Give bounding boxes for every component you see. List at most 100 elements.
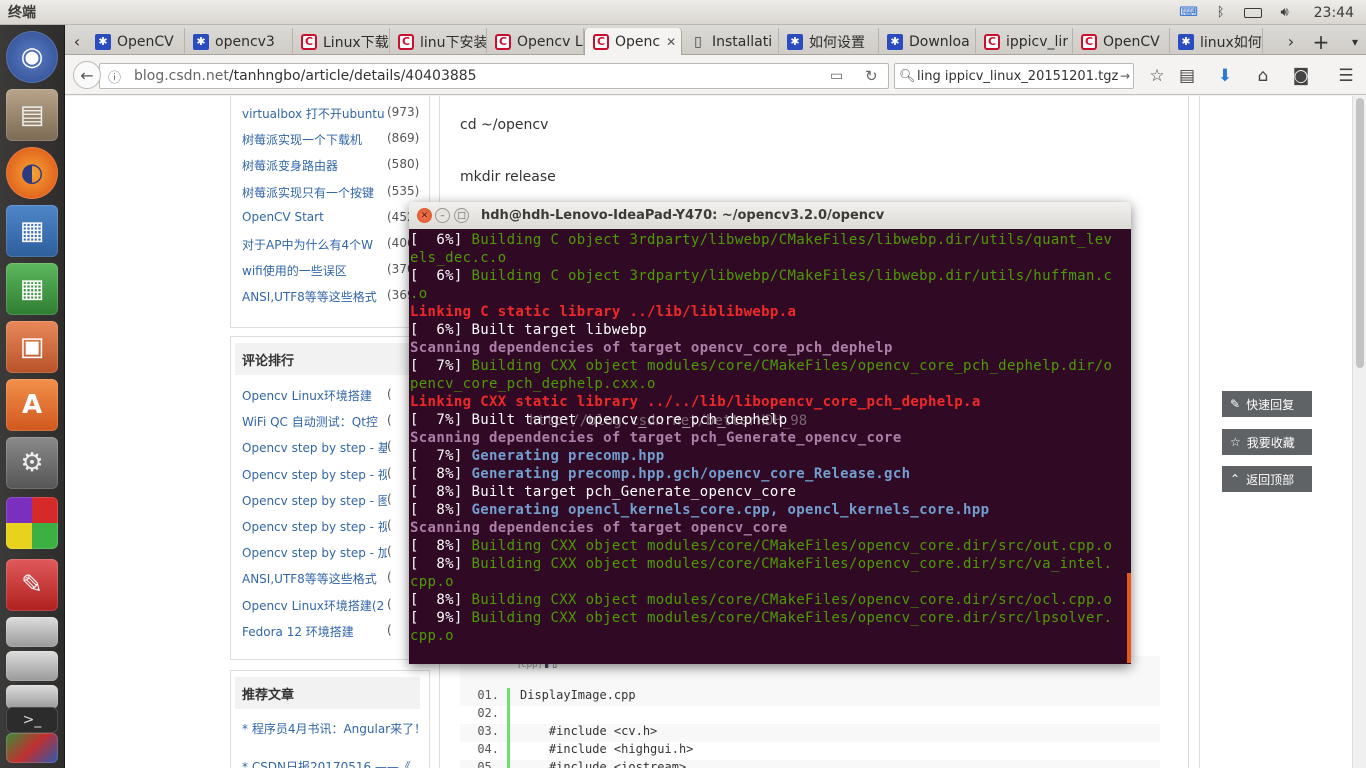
sidebar-article-link[interactable]: 树莓派实现只有一个按键 (535): [242, 184, 427, 201]
reload-icon[interactable]: ↻: [865, 67, 878, 85]
article-title: OpenCV Start: [242, 209, 324, 224]
favorite-button[interactable]: ☆ 我要收藏: [1222, 429, 1312, 455]
tab-10[interactable]: C OpenCV: [1073, 28, 1170, 55]
tab-label: Downloa: [909, 33, 970, 50]
ubuntu-dash-icon[interactable]: ◉: [6, 31, 58, 83]
tab-4[interactable]: C Opencv L: [487, 28, 584, 55]
pdf-viewer-icon[interactable]: ✎: [6, 559, 58, 611]
info-icon[interactable]: ⓘ: [108, 67, 121, 86]
tab-6[interactable]: ▯ Installati: [682, 28, 779, 55]
sidebar-article-link[interactable]: ANSI,UTF8等等这些格式 (369: [242, 288, 427, 305]
tab-2[interactable]: C Linux下载: [293, 28, 390, 55]
url-bar[interactable]: ⓘ blog.csdn.net/tanhngbo/article/details…: [99, 63, 889, 89]
keyboard-input-icon[interactable]: ⌨: [1179, 5, 1198, 21]
line-number: 05.: [460, 760, 510, 768]
chevron-up-icon: ⌃: [1230, 472, 1241, 486]
home-icon[interactable]: ⌂: [1252, 65, 1274, 87]
url-text[interactable]: blog.csdn.net/tanhngbo/article/details/4…: [134, 68, 477, 84]
sidebar-article-link[interactable]: 树莓派实现一个下载机 (869): [242, 131, 427, 148]
workspaces-icon[interactable]: [6, 497, 58, 549]
navigation-bar: ⓘ blog.csdn.net/tanhngbo/article/details…: [65, 55, 1366, 95]
drive-icon[interactable]: [6, 651, 58, 681]
impress-icon[interactable]: ▣: [6, 321, 58, 373]
downloads-icon[interactable]: ⬇: [1214, 65, 1236, 87]
article-count: (: [387, 570, 392, 585]
tab-5[interactable]: C Openc ✕: [584, 28, 682, 55]
terminal-window[interactable]: ✕ – □ hdh@hdh-Lenovo-IdeaPad-Y470: ~/ope…: [409, 202, 1131, 664]
terminal-icon[interactable]: >_: [6, 707, 58, 733]
recommend-item[interactable]: * CSDN日报20170516 ——《: [242, 758, 427, 768]
volume-icon[interactable]: 🔊︎: [1276, 5, 1294, 21]
tab-label: linux如何: [1200, 34, 1262, 51]
sidebar-article-link[interactable]: Opencv step by step - 加(: [242, 544, 427, 561]
terminal-line: [ 8%] Built target pch_Generate_opencv_c…: [410, 483, 796, 501]
tab-8[interactable]: ✱ Downloa: [879, 28, 976, 55]
tab-11[interactable]: ✱ linux如何: [1170, 28, 1263, 55]
pocket-icon[interactable]: ◙: [1290, 65, 1312, 87]
sidebar-article-link[interactable]: 树莓派变身路由器 (580): [242, 157, 427, 174]
tab-label: OpenCV: [1103, 33, 1160, 50]
back-button[interactable]: ←: [73, 61, 101, 89]
recommend-item[interactable]: * 程序员4月书讯：Angular来了！: [242, 722, 427, 754]
sidebar-article-link[interactable]: ANSI,UTF8等等这些格式 (: [242, 570, 427, 587]
sidebar-article-link[interactable]: wifi使用的一些误区 (370: [242, 262, 427, 279]
calc-icon[interactable]: ▦: [6, 263, 58, 315]
drive-icon[interactable]: [6, 617, 58, 647]
sidebar-article-link[interactable]: Fedora 12 环境搭建 (: [242, 623, 427, 640]
writer-icon[interactable]: ▦: [6, 205, 58, 257]
terminal-scroll-indicator[interactable]: [1127, 573, 1131, 663]
url-host: blog.csdn.net: [134, 68, 229, 84]
drive-icon[interactable]: [6, 685, 58, 709]
search-bar[interactable]: 🔍︎ ling ippicv_linux_20151201.tgz →: [894, 63, 1134, 89]
terminal-titlebar[interactable]: ✕ – □ hdh@hdh-Lenovo-IdeaPad-Y470: ~/ope…: [409, 202, 1131, 229]
tab-close-icon[interactable]: ✕: [666, 35, 676, 49]
sidebar-article-link[interactable]: 对于AP中为什么有4个W (406: [242, 236, 427, 253]
sidebar-article-link[interactable]: Opencv Linux环境搭建(2(: [242, 597, 427, 614]
back-to-top-button[interactable]: ⌃ 返回顶部: [1222, 466, 1312, 492]
bookmark-star-icon[interactable]: ☆: [1146, 65, 1168, 87]
reader-view-icon[interactable]: ▭: [830, 68, 843, 84]
sidebar-article-link[interactable]: Opencv Linux环境搭建 (: [242, 387, 427, 404]
tab-3[interactable]: Clinu下安装: [390, 28, 487, 55]
bookmarks-list-icon[interactable]: ▤: [1176, 65, 1198, 87]
tab-9[interactable]: Cippicv_lir: [976, 28, 1073, 55]
bluetooth-icon[interactable]: ᛒ: [1212, 5, 1230, 21]
back-arrow-icon: ←: [80, 65, 94, 85]
maximize-icon[interactable]: □: [454, 208, 469, 223]
terminal-line: Linking CXX static library ../../lib/lib…: [410, 393, 981, 411]
close-icon[interactable]: ✕: [417, 208, 432, 223]
article-count: (: [387, 387, 392, 401]
tab-0[interactable]: ✱ OpenCV: [87, 28, 185, 55]
tab-list-icon[interactable]: ▾: [1345, 28, 1365, 55]
app-icon[interactable]: [6, 733, 58, 763]
page-scrollbar-thumb[interactable]: [1356, 98, 1364, 368]
search-input[interactable]: ling ippicv_linux_20151201.tgz: [917, 69, 1118, 84]
line-text: Building CXX object modules/core/CMakeFi…: [471, 538, 1113, 554]
tab-7[interactable]: ✱ 如何设置: [779, 28, 879, 55]
sidebar-article-link[interactable]: OpenCV Start (452: [242, 210, 427, 224]
search-go-icon[interactable]: →: [1120, 69, 1130, 83]
tab-1[interactable]: ✱ opencv3: [185, 28, 293, 55]
firefox-icon[interactable]: ◐: [6, 147, 58, 199]
tabs-scroll-right-icon[interactable]: ›: [1281, 28, 1301, 55]
page-scrollbar[interactable]: [1352, 96, 1366, 768]
sidebar-article-link[interactable]: virtualbox 打不开ubuntu (973): [242, 105, 427, 122]
sidebar-article-link[interactable]: Opencv step by step - 基(: [242, 439, 427, 456]
clock[interactable]: 23:44: [1314, 5, 1354, 21]
terminal-output[interactable]: [ 6%] Building C object 3rdparty/libwebp…: [409, 229, 1131, 664]
battery-icon[interactable]: [1243, 5, 1262, 21]
files-icon[interactable]: ▤: [6, 89, 58, 141]
article-title: Fedora 12 环境搭建: [242, 624, 354, 639]
sidebar-article-link[interactable]: Opencv step by step - 视(: [242, 466, 427, 483]
menu-icon[interactable]: ☰: [1335, 65, 1357, 87]
quick-reply-button[interactable]: ✎ 快速回复: [1222, 391, 1312, 417]
sidebar-article-link[interactable]: Opencv step by step - 视(: [242, 518, 427, 535]
new-tab-icon[interactable]: +: [1311, 28, 1331, 55]
article-title: Opencv Linux环境搭建: [242, 389, 372, 403]
sidebar-article-link[interactable]: Opencv step by step - 图(: [242, 492, 427, 509]
software-center-icon[interactable]: A: [6, 379, 58, 431]
settings-icon[interactable]: ⚙: [6, 437, 58, 489]
sidebar-article-link[interactable]: WiFi QC 自动测试：Qt控 (: [242, 413, 427, 430]
minimize-icon[interactable]: –: [435, 208, 450, 223]
tabs-scroll-left-icon[interactable]: ‹: [67, 28, 87, 55]
